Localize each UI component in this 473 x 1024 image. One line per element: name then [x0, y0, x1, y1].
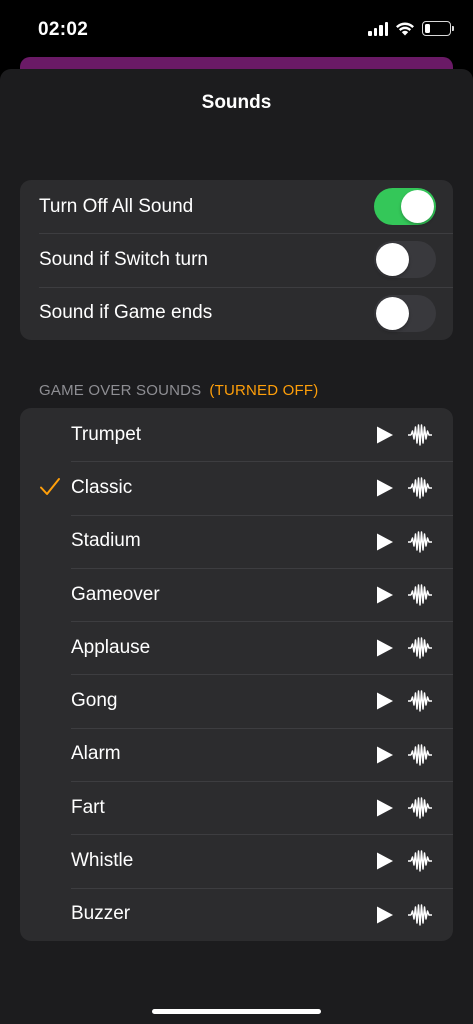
waveform-icon[interactable] — [407, 795, 433, 821]
sound-if-switch-turn-switch[interactable] — [374, 241, 436, 279]
play-icon[interactable] — [376, 586, 394, 604]
toggle-row-sound-if-switch-turn: Sound if Switch turn — [20, 233, 453, 286]
sound-if-game-ends-switch[interactable] — [374, 294, 436, 332]
waveform-icon[interactable] — [407, 902, 433, 928]
sound-label: Buzzer — [71, 903, 131, 925]
home-indicator — [152, 1009, 321, 1014]
waveform-icon[interactable] — [407, 475, 433, 501]
sound-label: Trumpet — [71, 423, 142, 445]
sound-label: Alarm — [71, 743, 121, 765]
status-bar: 02:02 — [0, 0, 473, 58]
play-icon[interactable] — [376, 639, 394, 657]
switch-knob — [401, 190, 434, 223]
sound-label: Whistle — [71, 850, 134, 872]
toggle-row-turn-off-all-sound: Turn Off All Sound — [20, 180, 453, 233]
battery-level — [425, 24, 431, 33]
section-title: GAME OVER SOUNDS — [39, 382, 202, 399]
sound-row[interactable]: Alarm — [20, 727, 453, 781]
play-icon[interactable] — [376, 426, 394, 444]
sound-row[interactable]: Whistle — [20, 834, 453, 887]
sound-row[interactable]: Applause — [20, 621, 453, 674]
sounds-sheet: Sounds Turn Off All Sound Sound if Switc… — [0, 69, 473, 1024]
sound-row[interactable]: Classic — [20, 461, 453, 514]
play-icon[interactable] — [376, 533, 394, 551]
play-icon[interactable] — [376, 852, 394, 870]
checkmark-icon — [40, 478, 60, 496]
signal-icon — [368, 21, 388, 36]
switch-knob — [376, 243, 409, 277]
sound-row[interactable]: Fart — [20, 781, 453, 834]
sound-toggles-group: Turn Off All Sound Sound if Switch turn … — [20, 180, 453, 340]
play-icon[interactable] — [376, 906, 394, 924]
section-header: GAME OVER SOUNDS (TURNED OFF) — [39, 382, 318, 399]
play-icon[interactable] — [376, 746, 394, 764]
status-icons — [368, 21, 454, 36]
sound-label: Fart — [71, 796, 105, 818]
wifi-icon — [396, 22, 414, 36]
game-over-sounds-list: Trumpet Classic Stadium Gameover Applause Gon… — [20, 408, 453, 941]
sound-label: Gameover — [71, 583, 160, 605]
battery-icon — [422, 21, 454, 36]
sound-label: Applause — [71, 636, 151, 658]
section-note: (TURNED OFF) — [209, 382, 319, 399]
waveform-icon[interactable] — [407, 688, 433, 714]
sound-label: Stadium — [71, 530, 141, 552]
play-icon[interactable] — [376, 799, 394, 817]
toggle-row-sound-if-game-ends: Sound if Game ends — [20, 286, 453, 340]
waveform-icon[interactable] — [407, 742, 433, 768]
waveform-icon[interactable] — [407, 529, 433, 555]
sound-label: Classic — [71, 476, 133, 498]
play-icon[interactable] — [376, 479, 394, 497]
waveform-icon[interactable] — [407, 635, 433, 661]
sound-row[interactable]: Gameover — [20, 567, 453, 621]
status-time: 02:02 — [38, 19, 89, 40]
waveform-icon[interactable] — [407, 582, 433, 608]
sound-label: Gong — [71, 690, 118, 712]
sound-row[interactable]: Buzzer — [20, 887, 453, 941]
toggle-label: Turn Off All Sound — [39, 195, 194, 217]
sound-row[interactable]: Gong — [20, 674, 453, 727]
sound-row[interactable]: Trumpet — [20, 408, 453, 461]
toggle-label: Sound if Switch turn — [39, 248, 208, 270]
waveform-icon[interactable] — [407, 848, 433, 874]
play-icon[interactable] — [376, 692, 394, 710]
switch-knob — [376, 296, 409, 330]
waveform-icon[interactable] — [407, 422, 433, 448]
toggle-label: Sound if Game ends — [39, 302, 213, 324]
sheet-title: Sounds — [201, 92, 272, 113]
sound-row[interactable]: Stadium — [20, 514, 453, 568]
turn-off-all-sound-switch[interactable] — [374, 188, 436, 225]
